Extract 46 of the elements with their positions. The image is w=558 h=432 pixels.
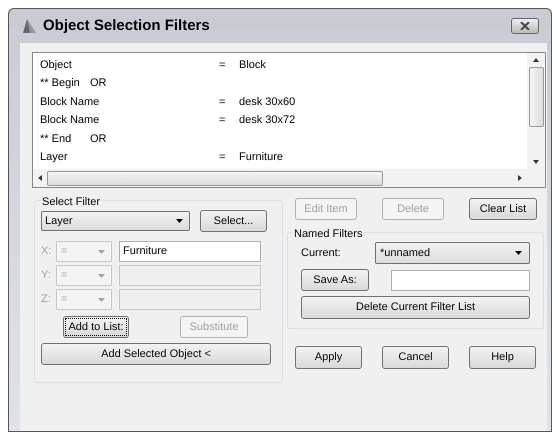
dropdown-arrow-icon bbox=[176, 219, 183, 223]
filter-name: Block Name bbox=[40, 94, 100, 110]
filter-operator: = bbox=[219, 58, 226, 73]
filter-value: desk 30x72 bbox=[239, 113, 296, 128]
filter-name: Layer bbox=[40, 150, 69, 165]
horizontal-scrollbar[interactable] bbox=[33, 169, 545, 187]
filter-operator: = bbox=[219, 94, 226, 110]
filter-name: Object bbox=[40, 58, 73, 73]
coordinate-label: Y: bbox=[41, 268, 52, 284]
coordinate-label: Z: bbox=[41, 292, 52, 308]
coordinate-field[interactable]: Furniture bbox=[119, 241, 261, 262]
close-button[interactable] bbox=[511, 18, 539, 34]
add-to-list-button[interactable]: Add to List: bbox=[63, 316, 129, 338]
close-icon bbox=[520, 22, 530, 30]
dialog-button[interactable]: Help bbox=[469, 346, 536, 369]
filter-name: Block Name bbox=[40, 113, 100, 128]
dropdown-arrow-icon bbox=[98, 298, 105, 302]
dropdown-arrow-icon bbox=[515, 251, 522, 255]
filter-operator: = bbox=[219, 113, 226, 128]
save-as-button[interactable]: Save As: bbox=[301, 269, 369, 291]
filter-operator: = bbox=[219, 150, 226, 165]
filter-name: ** End bbox=[40, 132, 72, 146]
scroll-thumb[interactable] bbox=[528, 67, 544, 127]
vertical-scrollbar[interactable] bbox=[527, 53, 545, 169]
window-title: Object Selection Filters bbox=[43, 16, 210, 36]
dropdown-arrow-icon bbox=[98, 250, 105, 254]
filter-name: ** Begin bbox=[40, 76, 81, 92]
dialog-button[interactable]: Apply bbox=[295, 346, 362, 369]
coordinate-label: X: bbox=[41, 244, 52, 260]
current-label: Current: bbox=[301, 246, 342, 261]
select-button[interactable]: Select... bbox=[200, 210, 267, 232]
save-as-field[interactable] bbox=[391, 270, 530, 290]
list-action-button[interactable]: Clear List bbox=[469, 198, 537, 220]
scroll-thumb[interactable] bbox=[47, 170, 383, 186]
current-filter-dropdown[interactable]: *unnamed bbox=[374, 242, 530, 264]
group-operator: OR bbox=[90, 132, 106, 146]
filter-value: desk 30x60 bbox=[239, 94, 296, 110]
app-icon bbox=[21, 18, 37, 34]
add-selected-object-button[interactable]: Add Selected Object < bbox=[41, 343, 271, 365]
dialog-button[interactable]: Cancel bbox=[382, 346, 449, 369]
dropdown-arrow-icon bbox=[98, 274, 105, 278]
filter-value: Furniture bbox=[239, 150, 284, 165]
group-operator: OR bbox=[90, 76, 106, 92]
delete-filter-list-button[interactable]: Delete Current Filter List bbox=[301, 296, 530, 319]
filter-type-dropdown[interactable]: Layer bbox=[41, 211, 190, 231]
filter-value: Block bbox=[239, 58, 266, 73]
